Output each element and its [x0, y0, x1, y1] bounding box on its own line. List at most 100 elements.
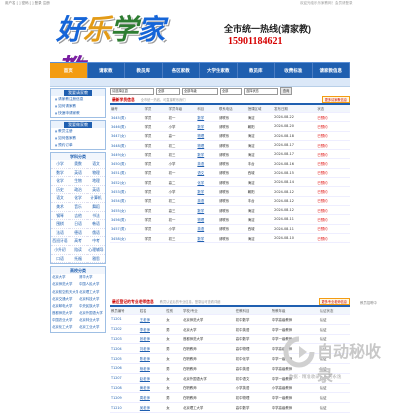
subject-link[interactable]: 历史 [51, 186, 69, 195]
table-cell[interactable]: 吴老师 [138, 402, 166, 413]
table-cell[interactable]: 周老师 [138, 392, 166, 404]
subject-link[interactable]: 英语 [87, 186, 105, 195]
subject-link[interactable]: 化学 [69, 194, 87, 203]
subject-select[interactable]: 全部 [156, 87, 180, 95]
table-row[interactable]: T1201 王老师女北京师范大学 初中数学 中学高级教师 认证 [110, 314, 350, 325]
table-row[interactable]: 3449(女) 学员 初三 数学 请联系 海淀 2024-08-17 已预约 [110, 149, 350, 160]
table-row[interactable]: 3450(男) 学员 小学 英语 请联系 丰台 2024-08-16 已预约 [110, 158, 350, 169]
subject-link[interactable]: 政治 [69, 186, 87, 195]
university-link[interactable]: 中央民族大学 [78, 303, 105, 310]
table-cell[interactable]: 黄老师 [138, 383, 166, 394]
table-cell[interactable]: 3447(女) [110, 131, 144, 141]
table-cell[interactable]: T1204 [110, 343, 139, 355]
table-cell[interactable]: 英语 [196, 196, 218, 206]
subject-link[interactable]: 德语 [69, 229, 87, 238]
table-cell[interactable]: T1209 [110, 392, 139, 404]
subject-link[interactable]: 心理辅导 [87, 246, 105, 255]
subject-link[interactable]: 口语 [51, 255, 69, 264]
table-cell[interactable]: 物理 [196, 214, 218, 225]
university-link[interactable]: 北京大学 [51, 274, 78, 281]
table-cell[interactable]: 物理 [196, 140, 218, 151]
table-cell[interactable]: T1208 [110, 383, 139, 394]
table-cell[interactable]: 3456(男) [110, 214, 144, 225]
teachers-more-button[interactable]: 更多专业老师信息 [318, 298, 350, 305]
table-cell[interactable]: 3451(男) [110, 168, 144, 179]
university-link[interactable]: 北京化工大学 [51, 324, 78, 331]
university-link[interactable]: 中国农业大学 [51, 317, 78, 324]
subject-link[interactable]: 法语 [51, 229, 69, 238]
nav-item[interactable]: 教员库 [238, 63, 275, 79]
subject-link[interactable]: 雅思 [87, 255, 105, 264]
nav-item[interactable]: 首页 [50, 63, 88, 79]
subject-link[interactable]: 数学 [51, 169, 69, 178]
subject-link[interactable]: 地理 [87, 177, 105, 186]
table-row[interactable]: 3454(男) 学员 初二 英语 请联系 丰台 2024-08-12 已预约 [110, 196, 350, 206]
table-cell[interactable]: 化学 [196, 177, 218, 188]
login-strip[interactable]: 用户名 [ ] 密码 [ ] 登录 注册 [5, 1, 50, 6]
sidebar-link[interactable]: 教员注册 [51, 128, 105, 135]
orders-more-button[interactable]: 更多请家教信息 [321, 96, 350, 103]
subject-link[interactable]: 西班牙语 [51, 237, 69, 246]
subject-link[interactable]: 钢琴 [51, 212, 69, 221]
subject-link[interactable]: 陪读 [69, 246, 87, 255]
table-row[interactable]: 3451(男) 学员 初一 语文 请联系 西城 2024-08-15 已预约 [110, 168, 350, 179]
table-row[interactable]: 3456(男) 学员 初一 物理 请联系 海淀 2024-08-11 已预约 [110, 214, 350, 225]
subject-link[interactable]: 中考 [87, 237, 105, 246]
university-link[interactable]: 北京林业大学 [78, 317, 105, 324]
subject-link[interactable]: 奥数 [69, 160, 87, 169]
table-cell[interactable]: 赵老师 [138, 373, 166, 384]
university-link[interactable]: 清华大学 [78, 274, 105, 281]
table-row[interactable]: 3457(男) 学员 小学 英语 请联系 西城 2024-08-11 已预约 [110, 224, 350, 234]
table-cell[interactable]: 3445(男) [110, 112, 144, 123]
table-cell[interactable]: 3450(男) [110, 158, 144, 169]
table-row[interactable]: T1210 吴老师女北京理工大学 高中数学 中学高级教师 认证 [110, 402, 350, 413]
table-row[interactable]: 3446(男) 学员 小学 数学 请联系 朝阳 2024-08-20 已预约 [110, 121, 350, 132]
subject-link[interactable]: 书法 [87, 212, 105, 221]
table-cell[interactable]: T1210 [110, 402, 139, 413]
subject-link[interactable]: 小升初 [51, 246, 69, 255]
table-cell[interactable]: 数学 [196, 112, 218, 123]
table-row[interactable]: T1202 李老师男北京大学 初中英语 中学一级教师 认证 [110, 324, 350, 335]
subject-link[interactable]: 化学 [51, 177, 69, 186]
subject-link[interactable]: 韩语 [87, 220, 105, 229]
table-row[interactable]: 3453(男) 学员 小学 数学 请联系 朝阳 2024-08-12 已预约 [110, 186, 350, 197]
table-cell[interactable]: 3454(男) [110, 196, 144, 206]
table-cell[interactable]: 3458(女) [110, 233, 144, 244]
subject-link[interactable]: 音乐 [69, 203, 87, 212]
table-cell[interactable]: T1202 [110, 324, 139, 335]
subject-link[interactable]: 物理 [87, 169, 105, 178]
subject-link[interactable]: 围棋 [51, 220, 69, 229]
nav-item[interactable]: 教员库 [125, 63, 163, 79]
university-link[interactable]: 北京师范大学 [51, 281, 78, 288]
nav-item[interactable]: 请家教 [88, 63, 125, 79]
table-cell[interactable]: 3446(男) [110, 121, 144, 132]
university-link[interactable]: 北京外国语大学 [78, 310, 105, 317]
table-cell[interactable]: 3452(女) [110, 177, 144, 188]
university-link[interactable]: 中国人民大学 [78, 281, 105, 288]
table-cell[interactable]: 英语 [196, 158, 218, 169]
table-cell[interactable]: T1203 [110, 334, 139, 345]
table-cell[interactable]: 物理 [196, 131, 218, 141]
subject-link[interactable]: 俄语 [87, 229, 105, 238]
subject-link[interactable]: 日语 [69, 220, 87, 229]
university-link[interactable]: 北京科技大学 [78, 296, 105, 303]
table-row[interactable]: 3445(男) 学员 初一 数学 请联系 海淀 2024-08-22 已预约 [110, 112, 350, 123]
table-cell[interactable]: 数学 [196, 233, 218, 244]
table-cell[interactable]: T1207 [110, 373, 139, 384]
table-cell[interactable]: T1205 [110, 353, 139, 364]
subject-link[interactable]: 计算机 [87, 194, 105, 203]
nav-item[interactable]: 各区家教 [163, 63, 200, 79]
subject-link[interactable]: 语文 [87, 160, 105, 169]
area-select[interactable]: 请选择区县 [110, 87, 154, 95]
table-cell[interactable]: 数学 [196, 205, 218, 216]
nav-item[interactable]: 请家教信息 [313, 63, 350, 79]
university-link[interactable]: 北京航空航天大学 [51, 289, 78, 296]
table-cell[interactable]: 3457(男) [110, 224, 144, 234]
university-link[interactable]: 北京邮电大学 [51, 303, 78, 310]
table-row[interactable]: 3447(女) 学员 高一 物理 请联系 海淀 2024-08-18 已预约 [110, 131, 350, 141]
sidebar-link[interactable]: 预约订单 [51, 142, 105, 149]
sidebar-link[interactable]: 请家教注册信息 [51, 96, 105, 103]
table-cell[interactable]: 语文 [196, 168, 218, 179]
university-link[interactable]: 北京理工大学 [78, 289, 105, 296]
table-cell[interactable]: 王老师 [138, 314, 166, 325]
